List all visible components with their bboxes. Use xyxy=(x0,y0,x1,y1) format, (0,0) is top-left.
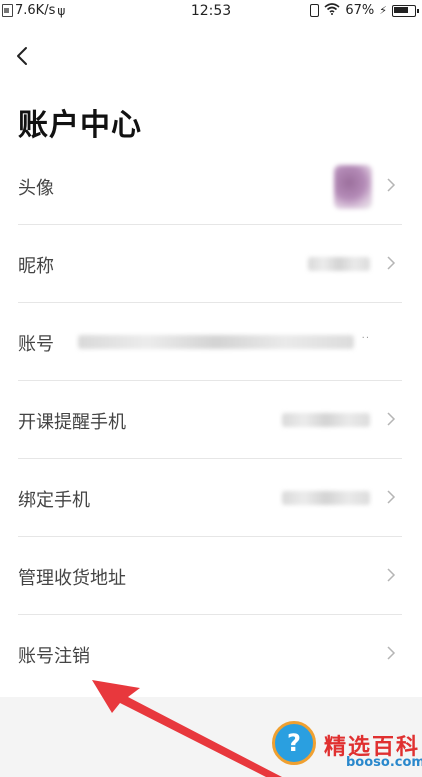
account-suffix: ·· xyxy=(361,333,370,344)
row-label: 开课提醒手机 xyxy=(18,412,126,433)
nickname-value-redacted xyxy=(308,257,370,271)
row-label: 昵称 xyxy=(18,256,54,277)
row-class-reminder-phone[interactable]: 开课提醒手机 xyxy=(0,381,422,459)
charging-icon: ⚡ xyxy=(379,4,387,17)
row-label: 账号注销 xyxy=(18,646,90,667)
row-label: 管理收货地址 xyxy=(18,568,126,589)
settings-list: 头像 昵称 账号 ·· 开课提醒手机 绑定手机 管理收货地址 账号注销 xyxy=(0,147,422,693)
bound-phone-redacted xyxy=(282,491,370,505)
chevron-right-icon xyxy=(387,256,396,270)
row-nickname[interactable]: 昵称 xyxy=(0,225,422,303)
chevron-right-icon xyxy=(387,412,396,426)
status-bar: 7.6K/s ψ 12:53 67% ⚡ xyxy=(0,0,422,22)
row-manage-address[interactable]: 管理收货地址 xyxy=(0,537,422,615)
status-right: 67% ⚡ xyxy=(310,3,419,18)
chevron-right-icon xyxy=(387,568,396,582)
battery-icon xyxy=(392,4,419,17)
watermark-site: booso.com xyxy=(346,755,422,770)
reminder-phone-redacted xyxy=(282,413,370,427)
row-bound-phone[interactable]: 绑定手机 xyxy=(0,459,422,537)
chevron-right-icon xyxy=(387,178,396,192)
question-badge-icon: ? xyxy=(272,721,316,765)
back-button[interactable] xyxy=(10,42,38,70)
row-label: 绑定手机 xyxy=(18,490,90,511)
chevron-right-icon xyxy=(387,646,396,660)
watermark: ? 精选百科 booso.com xyxy=(262,713,422,775)
row-account[interactable]: 账号 ·· xyxy=(0,303,422,381)
row-account-deletion[interactable]: 账号注销 xyxy=(0,615,422,693)
account-value-redacted xyxy=(78,335,354,349)
row-avatar[interactable]: 头像 xyxy=(0,147,422,225)
row-label: 账号 xyxy=(18,334,54,355)
page-title: 账户中心 xyxy=(18,108,142,143)
vibrate-icon xyxy=(310,4,320,17)
chevron-left-icon xyxy=(17,47,27,65)
wifi-icon xyxy=(324,3,340,18)
battery-percent: 67% xyxy=(345,3,375,18)
chevron-right-icon xyxy=(387,490,396,504)
avatar xyxy=(334,165,372,209)
row-label: 头像 xyxy=(18,178,54,199)
